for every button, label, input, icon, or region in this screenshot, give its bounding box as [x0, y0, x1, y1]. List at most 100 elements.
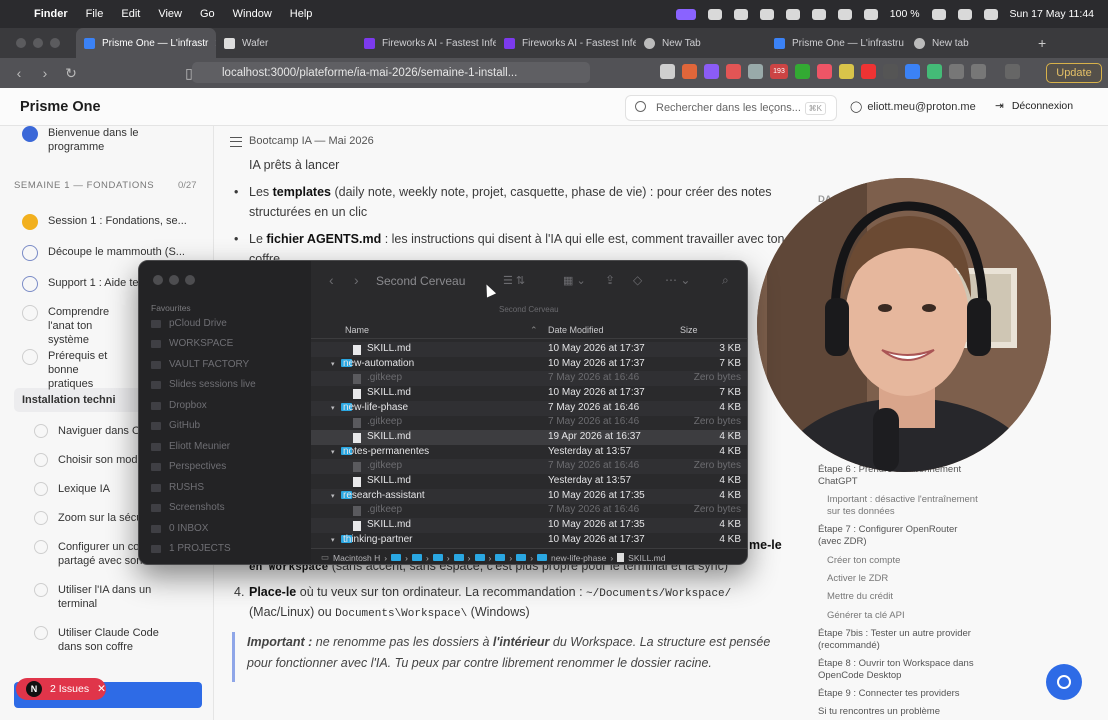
cloud-icon[interactable]	[759, 8, 774, 20]
fav-inbox[interactable]: 0 INBOX	[151, 523, 208, 534]
sidebar-item-prerequis[interactable]: Prérequis et bonne pratiques	[22, 349, 122, 391]
path-root[interactable]: Macintosh H	[333, 553, 380, 563]
search-input[interactable]: Rechercher dans les leçons... ⌘K	[625, 95, 837, 121]
finder-row[interactable]: .gitkeep 7 May 2026 at 16:46 Zero bytes	[311, 459, 747, 475]
finder-window-controls[interactable]	[153, 275, 195, 285]
disclosure-icon[interactable]: ▾	[331, 404, 337, 412]
folder-icon[interactable]	[495, 554, 506, 561]
sidebar-item-bienvenue[interactable]: Bienvenue dans le programme	[22, 126, 187, 154]
menu-view[interactable]: View	[158, 8, 182, 20]
extension-icon[interactable]	[971, 64, 986, 79]
tab-prisme-one[interactable]: Prisme One — L'infrastr✕	[76, 28, 216, 58]
pen-icon[interactable]	[660, 64, 675, 79]
fav-vault-factory[interactable]: VAULT FACTORY	[151, 359, 249, 370]
user-account[interactable]: ◯ eliott.meu@proton.me	[850, 100, 976, 113]
folder-icon[interactable]	[411, 554, 422, 561]
menu-icon[interactable]	[230, 137, 242, 147]
headphones-icon[interactable]	[811, 8, 826, 20]
status-icon[interactable]	[707, 8, 722, 20]
finder-row[interactable]: ▾ research-assistant 10 May 2026 at 17:35 4…	[311, 488, 747, 504]
minimize-icon[interactable]	[169, 275, 179, 285]
toc-step-9[interactable]: Étape 9 : Connecter tes providers	[818, 688, 988, 700]
clock[interactable]: Sun 17 May 11:44	[1010, 8, 1094, 20]
menu-go[interactable]: Go	[200, 8, 215, 20]
share-icon[interactable]: ⇪	[605, 273, 615, 287]
reload-icon[interactable]: ↻	[64, 65, 78, 82]
finder-row[interactable]: SKILL.md 10 May 2026 at 17:35 4 KB	[311, 517, 747, 533]
search-icon[interactable]: ⌕	[722, 273, 729, 288]
screen-record-icon[interactable]	[675, 8, 696, 20]
extension-icon[interactable]	[839, 64, 854, 79]
toc-step-7[interactable]: Étape 7 : Configurer OpenRouter (avec ZD…	[818, 524, 968, 548]
fav-pcloud[interactable]: pCloud Drive	[151, 318, 227, 329]
maximize-icon[interactable]	[185, 275, 195, 285]
extension-badge[interactable]: 193	[770, 64, 788, 79]
status-icon[interactable]	[837, 8, 852, 20]
disclosure-icon[interactable]: ▾	[331, 536, 337, 544]
toc-sub-credit[interactable]: Mettre du crédit	[827, 591, 997, 603]
sidebar-item-decoupe[interactable]: Découpe le mammouth (S...	[22, 245, 187, 261]
search-icon[interactable]	[957, 8, 972, 20]
wifi-icon[interactable]	[863, 8, 878, 20]
menu-file[interactable]: File	[86, 8, 104, 20]
back-icon[interactable]: ‹	[329, 272, 334, 288]
sort-icon[interactable]: ⌃	[530, 325, 538, 336]
new-tab-icon[interactable]: +	[1038, 35, 1046, 51]
tag-icon[interactable]: ◇	[633, 273, 642, 287]
finder-row[interactable]: SKILL.md 10 May 2026 at 17:37 3 KB	[311, 342, 747, 357]
finder-row[interactable]: .gitkeep 7 May 2026 at 16:46 Zero bytes	[311, 503, 747, 518]
fav-dropbox[interactable]: Dropbox	[151, 400, 207, 411]
status-icon[interactable]	[733, 8, 748, 20]
section-title[interactable]: SEMAINE 1 — FONDATIONS	[14, 180, 154, 191]
sidebar-subitem-terminal[interactable]: Utiliser l'IA dans un terminal	[34, 583, 159, 611]
sidebar-item-comprendre[interactable]: Comprendre l'anat ton système	[22, 305, 122, 347]
tab-new-tab[interactable]: New Tab	[636, 28, 766, 58]
finder-row[interactable]: ▾ notes-permanentes Yesterday at 13:57 4 KB	[311, 445, 747, 460]
battery-icon[interactable]	[931, 8, 946, 20]
extension-icon[interactable]	[682, 64, 697, 79]
extension-icon[interactable]	[905, 64, 920, 79]
tab-fireworks-2[interactable]: Fireworks AI - Fastest Infe	[496, 28, 636, 58]
extension-icon[interactable]	[795, 64, 810, 79]
path-folder[interactable]: new-life-phase	[551, 553, 606, 563]
path-file[interactable]: SKILL.md	[628, 553, 665, 563]
maximize-icon[interactable]	[50, 38, 60, 48]
menu-edit[interactable]: Edit	[121, 8, 140, 20]
close-icon[interactable]	[153, 275, 163, 285]
tab-wafer[interactable]: Wafer	[216, 28, 356, 58]
column-size[interactable]: Size	[680, 325, 698, 335]
fav-eliott[interactable]: Eliott Meunier	[151, 441, 230, 452]
back-icon[interactable]: ‹	[12, 65, 26, 81]
logout-button[interactable]: ⇥ Déconnexion	[995, 100, 1073, 112]
tab-fireworks-1[interactable]: Fireworks AI - Fastest Infe	[356, 28, 496, 58]
disclosure-icon[interactable]: ▾	[331, 492, 337, 500]
close-icon[interactable]	[16, 38, 26, 48]
address-bar[interactable]: localhost:3000/plateforme/ia-mai-2026/se…	[192, 62, 590, 83]
window-controls[interactable]	[16, 38, 60, 48]
menu-help[interactable]: Help	[290, 8, 313, 20]
fav-screenshots[interactable]: Screenshots	[151, 502, 225, 513]
finder-row[interactable]: .gitkeep 7 May 2026 at 16:46 Zero bytes	[311, 415, 747, 430]
finder-window[interactable]: Favourites pCloud Drive WORKSPACE VAULT …	[138, 260, 748, 565]
brand-logo[interactable]: Prisme One	[20, 99, 101, 115]
finder-row[interactable]: SKILL.md 19 Apr 2026 at 16:37 4 KB	[311, 429, 747, 445]
chat-button[interactable]	[1046, 664, 1082, 700]
toc-step-7bis[interactable]: Étape 7bis : Tester un autre provider (r…	[818, 628, 983, 652]
tab-prisme-one-2[interactable]: Prisme One — L'infrastru	[766, 28, 906, 58]
fav-rushs[interactable]: RUSHS	[151, 482, 204, 493]
folder-icon[interactable]	[391, 554, 402, 561]
folder-icon[interactable]	[537, 554, 548, 561]
update-button[interactable]: Update	[1046, 63, 1102, 83]
folder-icon[interactable]	[516, 554, 527, 561]
grid-view-icon[interactable]: ▦ ⌄	[563, 274, 586, 287]
fav-projects[interactable]: 1 PROJECTS	[151, 543, 231, 554]
finder-row[interactable]: .gitkeep 7 May 2026 at 16:46 Zero bytes	[311, 371, 747, 387]
fav-github[interactable]: GitHub	[151, 420, 200, 431]
finder-row[interactable]: SKILL.md 10 May 2026 at 17:37 7 KB	[311, 386, 747, 401]
fav-workspace[interactable]: WORKSPACE	[151, 338, 233, 349]
sidebar-subitem-claude-code[interactable]: Utiliser Claude Code dans son coffre	[34, 626, 184, 654]
more-icon[interactable]: ⋯ ⌄	[665, 273, 690, 287]
toc-step-8[interactable]: Étape 8 : Ouvrir ton Workspace dans Open…	[818, 658, 983, 682]
extension-icon[interactable]	[883, 64, 898, 79]
disclosure-icon[interactable]: ▾	[331, 448, 337, 456]
